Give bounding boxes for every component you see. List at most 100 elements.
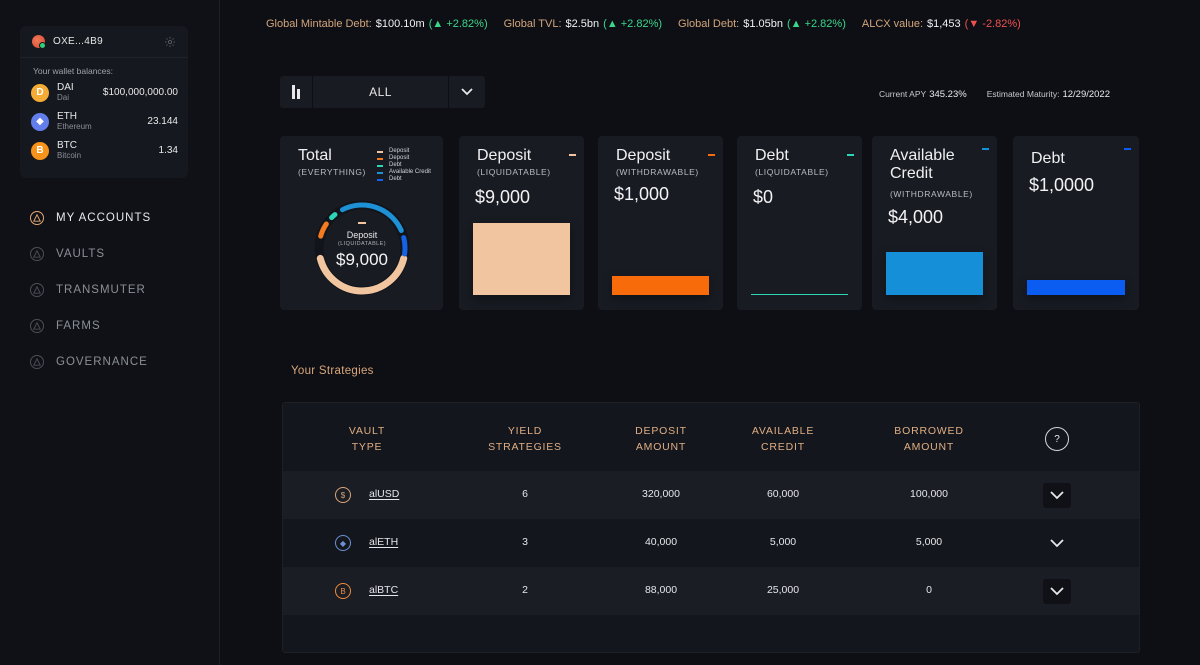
ticker-value: $1,453 (927, 18, 961, 30)
cell-borrowed: 5,000 (915, 536, 943, 548)
card-subtitle: (LIQUIDATABLE) (755, 167, 829, 177)
farms-icon (30, 319, 44, 333)
ticker-change: (▲ +2.82%) (428, 18, 488, 30)
cell-credit: 25,000 (766, 584, 800, 596)
nav-item-governance[interactable]: GOVERNANCE (30, 344, 151, 380)
cell-strategies: 3 (522, 536, 528, 548)
bars-icon[interactable] (280, 85, 312, 99)
help-icon[interactable]: ? (1045, 427, 1069, 451)
wallet-header[interactable]: OXE...4B9 (20, 26, 188, 58)
column-header: DEPOSIT AMOUNT (635, 425, 687, 453)
current-apy: Current APY 345.23% (878, 89, 967, 100)
summary-card-5: Debt $1,0000 (1013, 136, 1139, 310)
ticker-item: Global Debt: $1.05bn (▲ +2.82%) (678, 18, 846, 30)
nav-label: GOVERNANCE (56, 356, 148, 368)
card-value: $4,000 (888, 207, 944, 227)
card-color-marker (982, 148, 989, 150)
expand-row-button[interactable] (1043, 531, 1071, 556)
btc-vault-icon: B (335, 583, 351, 599)
cell-deposit: 40,000 (644, 536, 678, 548)
legend-label: Deposit (389, 148, 410, 154)
transmuter-icon (30, 283, 44, 297)
coin-name: Ethereum (57, 121, 92, 131)
vault-link[interactable]: alUSD (369, 488, 399, 500)
cell-credit: 5,000 (769, 536, 797, 548)
card-value: $1,0000 (1029, 175, 1095, 195)
avatar (32, 35, 46, 49)
card-color-marker (708, 154, 715, 156)
vaults-icon (30, 247, 44, 261)
nav-label: VAULTS (56, 248, 106, 260)
vault-link[interactable]: alBTC (369, 584, 398, 596)
nav-item-transmuter[interactable]: TRANSMUTER (30, 272, 151, 308)
legend-swatch (377, 157, 383, 160)
nav-item-vaults[interactable]: VAULTS (30, 236, 151, 272)
filter-select-value[interactable]: ALL (313, 85, 448, 99)
summary-card-1: Deposit (LIQUIDATABLE) $9,000 (459, 136, 584, 310)
card-bar (1027, 280, 1125, 295)
table-row[interactable]: $ alUSD 6 320,000 60,000 100,000 (283, 471, 1139, 519)
legend-label: Deposit (389, 155, 410, 161)
table-row[interactable]: BalBTC 2 88,000 25,000 0 (283, 567, 1139, 615)
table-row[interactable]: ◆ alETH 3 40,000 5,000 5,000 (283, 519, 1139, 567)
sidebar: OXE...4B9 Your wallet balances: D DAI Dai $… (0, 0, 220, 665)
donut-center-sub: (LIQUIDATABLE) (338, 241, 386, 247)
card-color-marker (569, 154, 576, 156)
chevron-down-icon (1050, 539, 1064, 548)
card-value: $1,000 (614, 184, 670, 204)
column-header: YIELD STRATEGIES (488, 425, 562, 453)
summary-card-3: Debt (LIQUIDATABLE) $0 (737, 136, 862, 310)
nav-item-farms[interactable]: FARMS (30, 308, 151, 344)
legend-label: Debt (389, 162, 402, 168)
expand-row-button[interactable] (1043, 579, 1071, 604)
ticker-label: Global Debt: (678, 18, 740, 30)
global-stats-ticker: Global Mintable Debt: $100.10m (▲ +2.82%) G… (266, 18, 1021, 30)
card-bar (886, 252, 983, 295)
legend-item: Available Credit (377, 169, 431, 176)
card-color-marker (847, 154, 854, 156)
cell-borrowed: 100,000 (910, 488, 948, 500)
main-nav: MY ACCOUNTS VAULTS TRANSMUTER FARMS GOVERNAN… (30, 200, 151, 380)
card-subtitle: (WITHDRAWABLE) (616, 167, 699, 177)
cell-strategies: 2 (522, 584, 528, 596)
account-filter[interactable]: ALL (280, 76, 485, 108)
legend-item: Debt (377, 162, 431, 169)
card-title: Debt (1031, 150, 1065, 167)
card-subtitle: (EVERYTHING) (298, 167, 366, 177)
table-header: ? VAULT TYPE YIELD STRATEGIES DEPOSIT AMOUNT A… (283, 403, 1139, 471)
coin-balance: 1.34 (158, 145, 178, 156)
expand-row-button[interactable] (1043, 483, 1071, 508)
summary-card-4: Available Credit (WITHDRAWABLE) $4,000 (872, 136, 997, 310)
donut-slice-debt (329, 212, 338, 221)
ticker-value: $2.5bn (565, 18, 600, 30)
chevron-down-icon (1050, 587, 1064, 596)
ticker-value: $1.05bn (743, 18, 783, 30)
card-bar (473, 223, 570, 295)
card-subtitle: (LIQUIDATABLE) (477, 167, 551, 177)
wallet-balance-row: B BTC Bitcoin 1.34 (20, 136, 188, 165)
card-color-marker (1124, 148, 1131, 150)
ticker-item: Global Mintable Debt: $100.10m (▲ +2.82%) (266, 18, 488, 30)
chevron-down-icon[interactable] (449, 76, 485, 108)
wallet-caption: Your wallet balances: (33, 66, 114, 76)
cell-credit: 60,000 (766, 488, 800, 500)
governance-icon (30, 355, 44, 369)
donut-center-value: $9,000 (336, 250, 388, 269)
card-subtitle: (WITHDRAWABLE) (890, 189, 973, 199)
column-header: AVAILABLE CREDIT (751, 425, 815, 453)
coin-balance: 23.144 (147, 116, 178, 127)
cell-deposit: 88,000 (644, 584, 678, 596)
vault-link[interactable]: alETH (369, 536, 398, 548)
nav-item-my-accounts[interactable]: MY ACCOUNTS (30, 200, 151, 236)
estimated-maturity: Estimated Maturity: 12/29/2022 (986, 89, 1110, 100)
wallet-address: OXE...4B9 (53, 36, 103, 47)
cell-deposit: 320,000 (642, 488, 680, 500)
card-bar (751, 294, 848, 295)
coin-balance: $100,000,000.00 (102, 87, 178, 98)
strategies-table: ? VAULT TYPE YIELD STRATEGIES DEPOSIT AMOUNT A… (282, 402, 1140, 653)
coin-symbol: DAI (57, 82, 74, 94)
card-value: $0 (753, 187, 774, 207)
gear-icon[interactable] (164, 36, 176, 48)
donut-center: Deposit (LIQUIDATABLE) $9,000 (308, 222, 416, 270)
ticker-item: Global TVL: $2.5bn (▲ +2.82%) (504, 18, 662, 30)
